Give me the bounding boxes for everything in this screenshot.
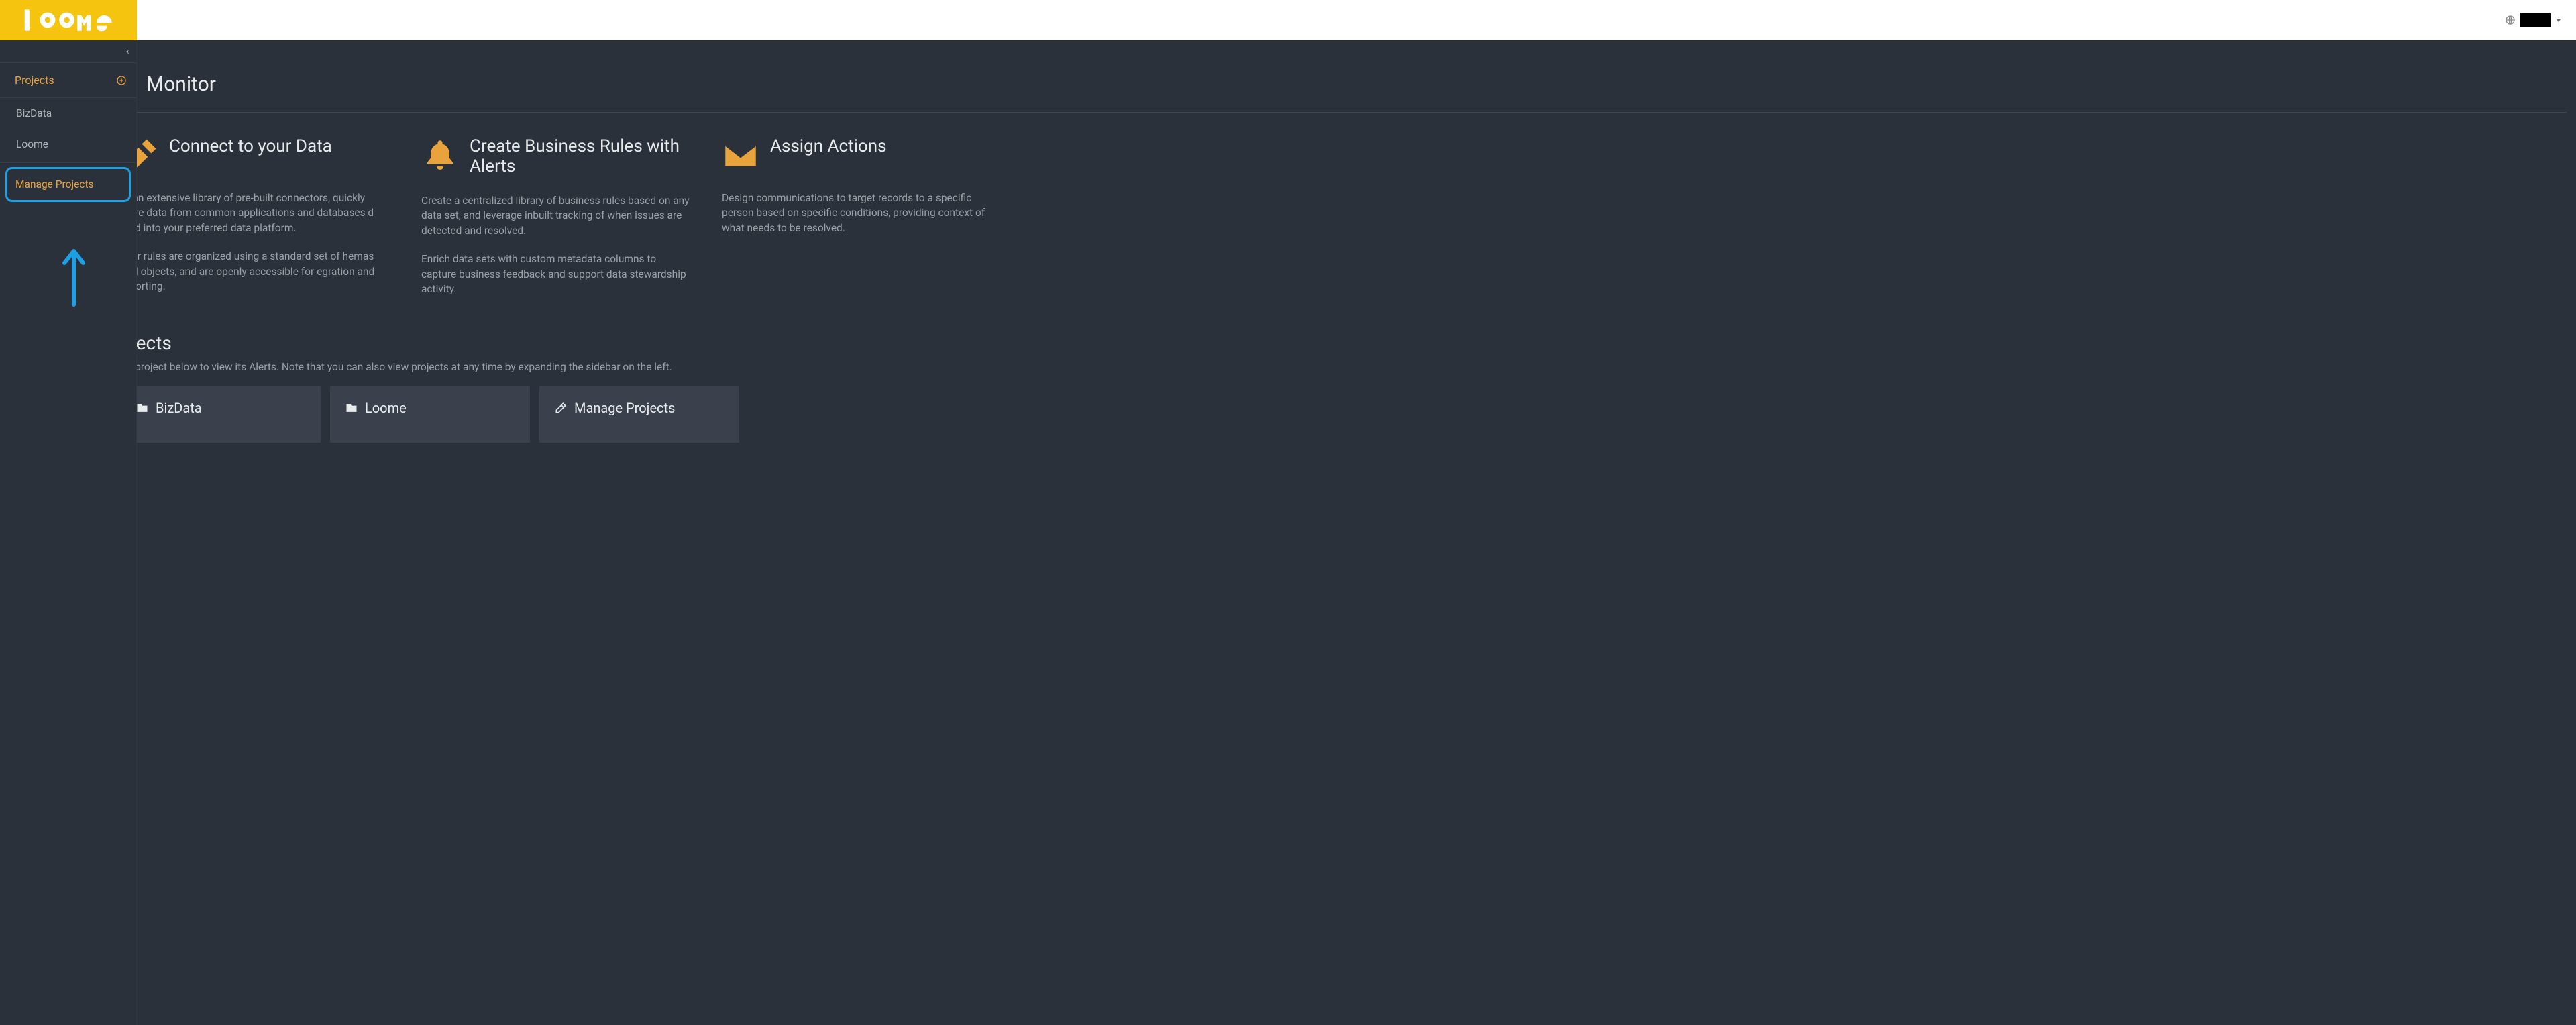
- projects-heading: ojects: [137, 332, 2563, 354]
- feature-paragraph: your rules are organized using a standar…: [137, 249, 389, 294]
- folder-icon: [345, 401, 358, 415]
- envelope-icon: [722, 137, 759, 174]
- feature-paragraph: Enrich data sets with custom metadata co…: [421, 252, 690, 296]
- project-card-label: BizData: [156, 400, 202, 416]
- sidebar: « Projects BizData Loome Manage Projects: [0, 40, 137, 1025]
- feature-paragraph: th an extensive library of pre-built con…: [137, 191, 389, 235]
- sidebar-item-bizdata[interactable]: BizData: [0, 98, 136, 129]
- feature-title: Create Business Rules with Alerts: [470, 137, 690, 177]
- sidebar-item-label: Manage Projects: [15, 178, 94, 191]
- globe-icon[interactable]: [2505, 15, 2516, 25]
- plug-icon: [137, 137, 158, 174]
- caret-down-icon: [2556, 19, 2561, 22]
- sidebar-item-loome[interactable]: Loome: [0, 129, 136, 160]
- plus-circle-icon[interactable]: [116, 75, 127, 86]
- edit-icon: [554, 401, 568, 415]
- project-card-bizdata[interactable]: BizData: [137, 386, 321, 443]
- bell-icon: [421, 137, 459, 174]
- annotation-arrow: [60, 244, 87, 311]
- feature-actions: Assign Actions Design communications to …: [722, 137, 990, 311]
- feature-paragraph: Create a centralized library of business…: [421, 193, 690, 238]
- feature-connect: Connect to your Data th an extensive lib…: [137, 137, 389, 311]
- project-card-label: Manage Projects: [574, 400, 675, 416]
- feature-title: Connect to your Data: [169, 137, 332, 157]
- folder-icon: [137, 401, 149, 415]
- feature-alerts: Create Business Rules with Alerts Create…: [421, 137, 690, 311]
- projects-subtext: t a project below to view its Alerts. No…: [137, 361, 2563, 373]
- sidebar-item-label: Loome: [16, 138, 48, 150]
- sidebar-collapse-button[interactable]: «: [0, 40, 136, 63]
- projects-section: ojects t a project below to view its Ale…: [137, 332, 2576, 443]
- content: Monitor Connect to your Data th an exten…: [137, 40, 2576, 1025]
- sidebar-item-label: BizData: [16, 107, 52, 119]
- feature-title: Assign Actions: [770, 137, 887, 157]
- project-card-label: Loome: [365, 400, 407, 416]
- sidebar-item-manage-projects[interactable]: Manage Projects: [5, 167, 131, 202]
- topbar: [0, 0, 2576, 40]
- feature-paragraph: Design communications to target records …: [722, 191, 990, 235]
- feature-row: Connect to your Data th an extensive lib…: [137, 113, 2576, 311]
- project-card-manage[interactable]: Manage Projects: [539, 386, 739, 443]
- sidebar-header-projects[interactable]: Projects: [0, 63, 136, 98]
- project-card-loome[interactable]: Loome: [330, 386, 530, 443]
- sidebar-header-label: Projects: [15, 74, 54, 87]
- page-title: Monitor: [146, 72, 2560, 96]
- user-menu[interactable]: [2520, 13, 2551, 27]
- logo[interactable]: [0, 0, 137, 40]
